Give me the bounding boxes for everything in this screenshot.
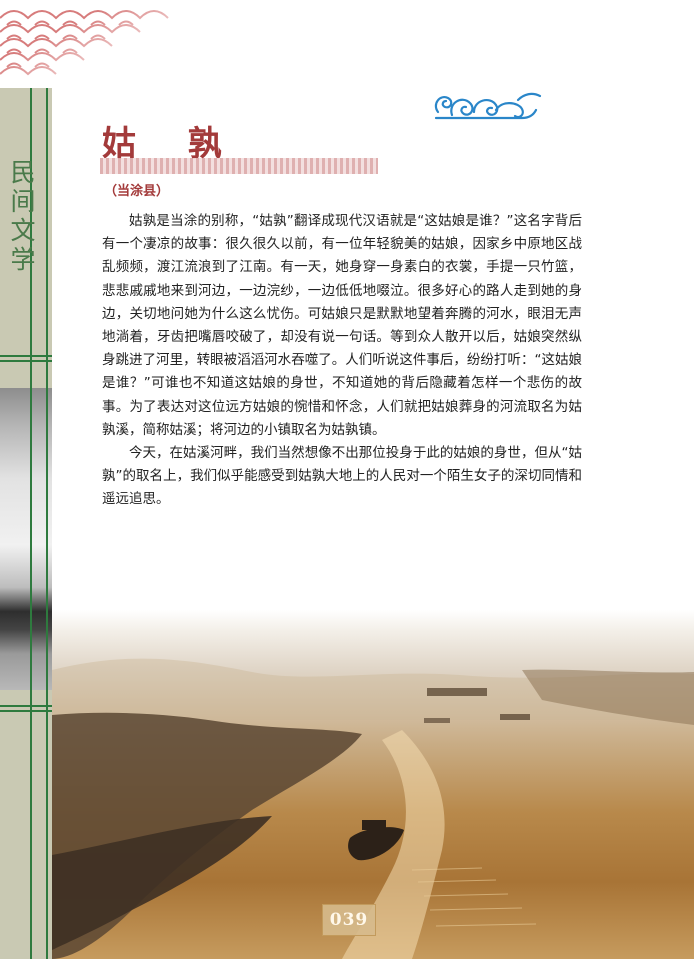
- article-subtitle: （当涂县）: [104, 184, 170, 199]
- frame-line: [0, 705, 52, 707]
- page-number-box: 039: [322, 904, 376, 936]
- cloud-ornament-icon: [434, 92, 542, 120]
- title-decorative-band: [100, 158, 378, 174]
- article-body: 姑孰是当涂的别称，“姑孰”翻译成现代汉语就是“这姑娘是谁？”这名字背后有一个凄凉…: [102, 210, 582, 512]
- page-number: 039: [329, 910, 369, 930]
- left-strip-photo: [0, 388, 52, 690]
- frame-line: [0, 355, 52, 357]
- section-title: 民间文学: [10, 158, 36, 274]
- paragraph: 姑孰是当涂的别称，“姑孰”翻译成现代汉语就是“这姑娘是谁？”这名字背后有一个凄凉…: [102, 213, 582, 438]
- page: 民间文学 姑 孰 （当涂县） 姑孰是当涂的别称，“姑孰”翻译成现代汉语就是“这姑…: [0, 0, 694, 959]
- frame-line: [0, 360, 52, 362]
- frame-line: [0, 710, 52, 712]
- wave-pattern-icon: [0, 0, 170, 88]
- paragraph: 今天，在姑溪河畔，我们当然想像不出那位投身于此的姑娘的身世，但从“姑孰”的取名上…: [102, 445, 582, 508]
- frame-line: [46, 78, 48, 959]
